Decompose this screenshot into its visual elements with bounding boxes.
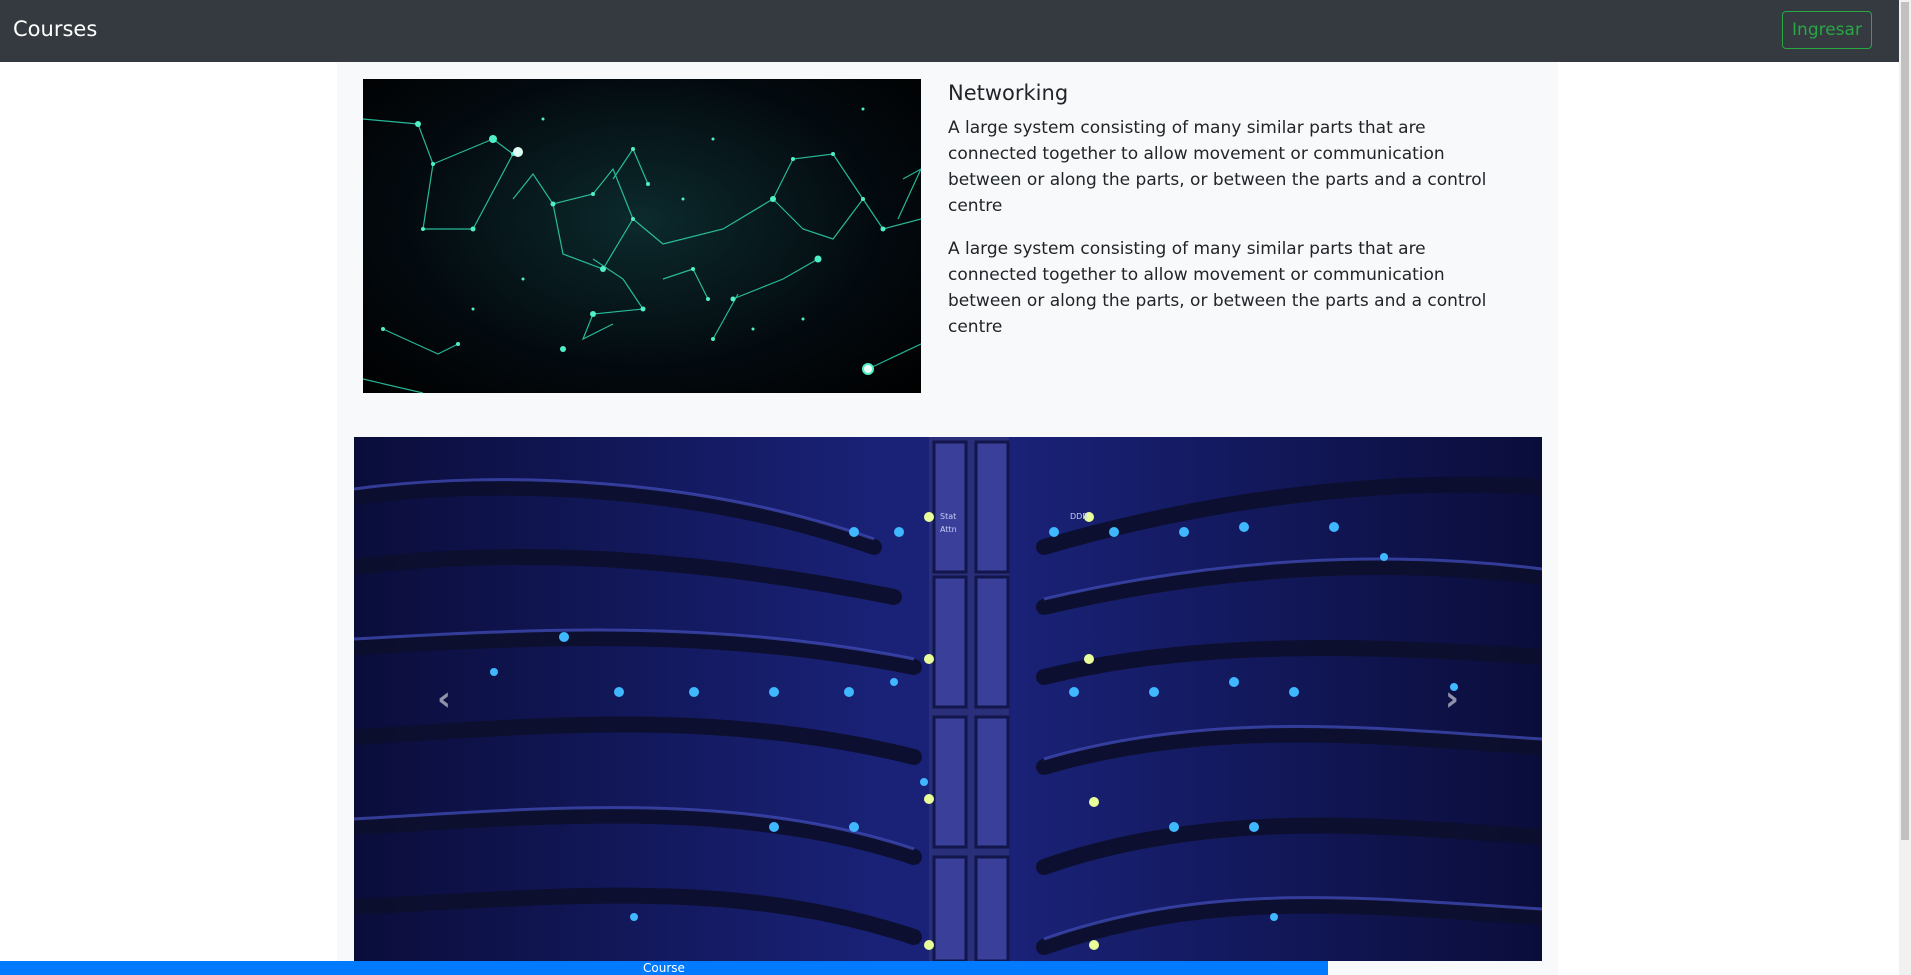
chevron-right-icon: › (1444, 679, 1459, 719)
chevron-left-icon: ‹ (436, 679, 451, 719)
network-constellation-image (363, 79, 921, 393)
top-navbar: Courses Ingresar (0, 0, 1899, 62)
network-graphic (363, 107, 921, 393)
course-description-2: A large system consisting of many simila… (948, 239, 1487, 337)
rack-label-ddr: DDR (1070, 512, 1088, 521)
course-description-1: A large system consisting of many simila… (948, 118, 1487, 216)
course-bottom-tab[interactable]: Course (0, 961, 1328, 975)
rack-label-attn: Attn (940, 525, 957, 534)
course-carousel[interactable]: Stat Attn DDR ‹ › (354, 437, 1542, 961)
course-info: Networking A large system consisting of … (948, 79, 1508, 357)
carousel-prev-button[interactable]: ‹ (354, 437, 534, 961)
scrollbar-thumb[interactable] (1901, 2, 1909, 840)
carousel-next-button[interactable]: › (1362, 437, 1542, 961)
course-title: Networking (948, 81, 1069, 105)
brand-title[interactable]: Courses (13, 17, 97, 41)
rack-label-stat: Stat (940, 512, 956, 521)
login-button[interactable]: Ingresar (1782, 11, 1872, 49)
